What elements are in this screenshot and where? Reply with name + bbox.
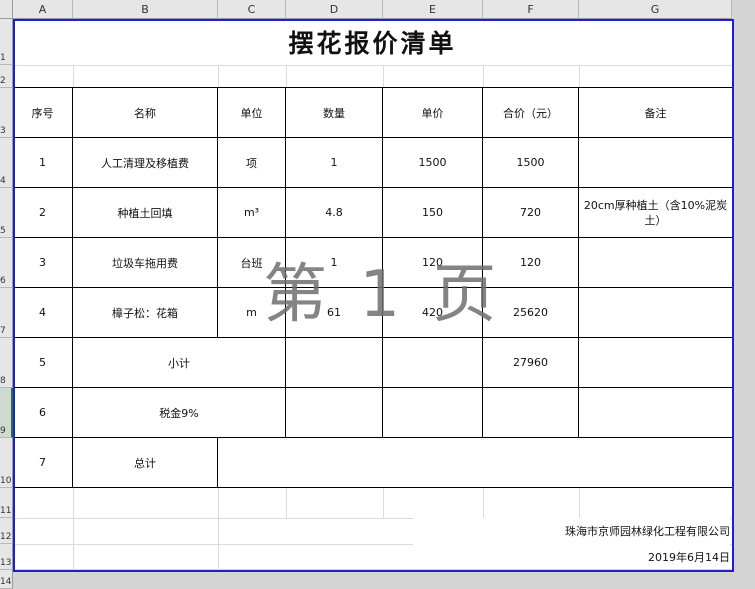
row-header-10[interactable]: 10 bbox=[0, 438, 13, 488]
col-header-d[interactable]: D bbox=[286, 0, 383, 19]
tax-label[interactable]: 税金9% bbox=[73, 388, 285, 437]
header-no[interactable]: 序号 bbox=[13, 88, 72, 137]
header-qty[interactable]: 数量 bbox=[286, 88, 382, 137]
item-qty[interactable]: 4.8 bbox=[286, 188, 382, 237]
item-price[interactable]: 1500 bbox=[383, 138, 482, 187]
header-total[interactable]: 合价（元） bbox=[483, 88, 578, 137]
item-name[interactable]: 人工清理及移植费 bbox=[73, 138, 217, 187]
item-no[interactable]: 4 bbox=[13, 288, 72, 337]
col-header-f[interactable]: F bbox=[483, 0, 579, 19]
row-header-3[interactable]: 3 bbox=[0, 88, 13, 138]
gridline bbox=[13, 65, 732, 66]
gridline bbox=[483, 65, 484, 88]
col-header-g[interactable]: G bbox=[579, 0, 732, 19]
grand-no[interactable]: 7 bbox=[13, 438, 72, 487]
row-header-11[interactable]: 11 bbox=[0, 488, 13, 518]
quote-date[interactable]: 2019年6月14日 bbox=[413, 544, 730, 569]
row-header-14[interactable]: 14 bbox=[0, 570, 13, 589]
row-header-1[interactable]: 1 bbox=[0, 19, 13, 65]
item-qty[interactable]: 61 bbox=[286, 288, 382, 337]
item-note[interactable] bbox=[579, 238, 732, 287]
gridline bbox=[218, 488, 219, 569]
grand-value[interactable] bbox=[218, 438, 732, 487]
item-price[interactable]: 150 bbox=[383, 188, 482, 237]
tax-no[interactable]: 6 bbox=[13, 388, 72, 437]
col-header-a[interactable]: A bbox=[13, 0, 73, 19]
subtotal-no[interactable]: 5 bbox=[13, 338, 72, 387]
item-note[interactable] bbox=[579, 288, 732, 337]
header-name[interactable]: 名称 bbox=[73, 88, 217, 137]
row-header-2[interactable]: 2 bbox=[0, 65, 13, 88]
row-header-6[interactable]: 6 bbox=[0, 238, 13, 288]
item-total[interactable]: 120 bbox=[483, 238, 578, 287]
header-unit[interactable]: 单位 bbox=[218, 88, 285, 137]
item-no[interactable]: 2 bbox=[13, 188, 72, 237]
item-total[interactable]: 1500 bbox=[483, 138, 578, 187]
item-name[interactable]: 樟子松：花箱 bbox=[73, 288, 217, 337]
row-header-13[interactable]: 13 bbox=[0, 544, 13, 570]
worksheet-grid[interactable]: 摆花报价清单 序号 名称 单位 数量 单价 合价（元） 备注 1 人工清理及移植… bbox=[13, 19, 732, 569]
table-border bbox=[285, 337, 286, 437]
row-header-12[interactable]: 12 bbox=[0, 518, 13, 544]
grand-label[interactable]: 总计 bbox=[73, 438, 217, 487]
gridline bbox=[218, 65, 219, 88]
gridline bbox=[286, 488, 287, 518]
subtotal-label[interactable]: 小计 bbox=[73, 338, 285, 387]
row-header-8[interactable]: 8 bbox=[0, 338, 13, 388]
item-unit[interactable]: 项 bbox=[218, 138, 285, 187]
item-qty[interactable]: 1 bbox=[286, 238, 382, 287]
item-note[interactable] bbox=[579, 138, 732, 187]
company-name[interactable]: 珠海市京师园林绿化工程有限公司 bbox=[413, 518, 730, 544]
item-price[interactable]: 120 bbox=[383, 238, 482, 287]
col-header-c[interactable]: C bbox=[218, 0, 286, 19]
row-header-5[interactable]: 5 bbox=[0, 188, 13, 238]
table-border bbox=[13, 487, 732, 488]
col-header-b[interactable]: B bbox=[73, 0, 218, 19]
item-unit[interactable]: m bbox=[218, 288, 285, 337]
item-unit[interactable]: m³ bbox=[218, 188, 285, 237]
row-header-4[interactable]: 4 bbox=[0, 138, 13, 188]
gridline bbox=[483, 488, 484, 518]
item-note[interactable]: 20cm厚种植土（含10%泥炭土） bbox=[581, 188, 730, 237]
item-total[interactable]: 25620 bbox=[483, 288, 578, 337]
item-unit[interactable]: 台班 bbox=[218, 238, 285, 287]
right-gutter bbox=[732, 19, 755, 589]
header-note[interactable]: 备注 bbox=[579, 88, 732, 137]
select-all-corner[interactable] bbox=[0, 0, 13, 19]
header-price[interactable]: 单价 bbox=[383, 88, 482, 137]
gridline bbox=[579, 488, 580, 518]
gridline bbox=[383, 65, 384, 88]
row-header-7[interactable]: 7 bbox=[0, 288, 13, 338]
sheet-title[interactable]: 摆花报价清单 bbox=[13, 19, 732, 65]
item-name[interactable]: 垃圾车拖用费 bbox=[73, 238, 217, 287]
item-no[interactable]: 1 bbox=[13, 138, 72, 187]
gridline bbox=[73, 488, 74, 569]
col-header-e[interactable]: E bbox=[383, 0, 483, 19]
row-header-9[interactable]: 9 bbox=[0, 388, 13, 438]
item-no[interactable]: 3 bbox=[13, 238, 72, 287]
item-total[interactable]: 720 bbox=[483, 188, 578, 237]
item-name[interactable]: 种植土回填 bbox=[73, 188, 217, 237]
gridline bbox=[579, 65, 580, 88]
gridline bbox=[286, 65, 287, 88]
gridline bbox=[383, 488, 384, 518]
item-price[interactable]: 420 bbox=[383, 288, 482, 337]
subtotal-total[interactable]: 27960 bbox=[483, 338, 578, 387]
item-qty[interactable]: 1 bbox=[286, 138, 382, 187]
gridline bbox=[73, 65, 74, 88]
